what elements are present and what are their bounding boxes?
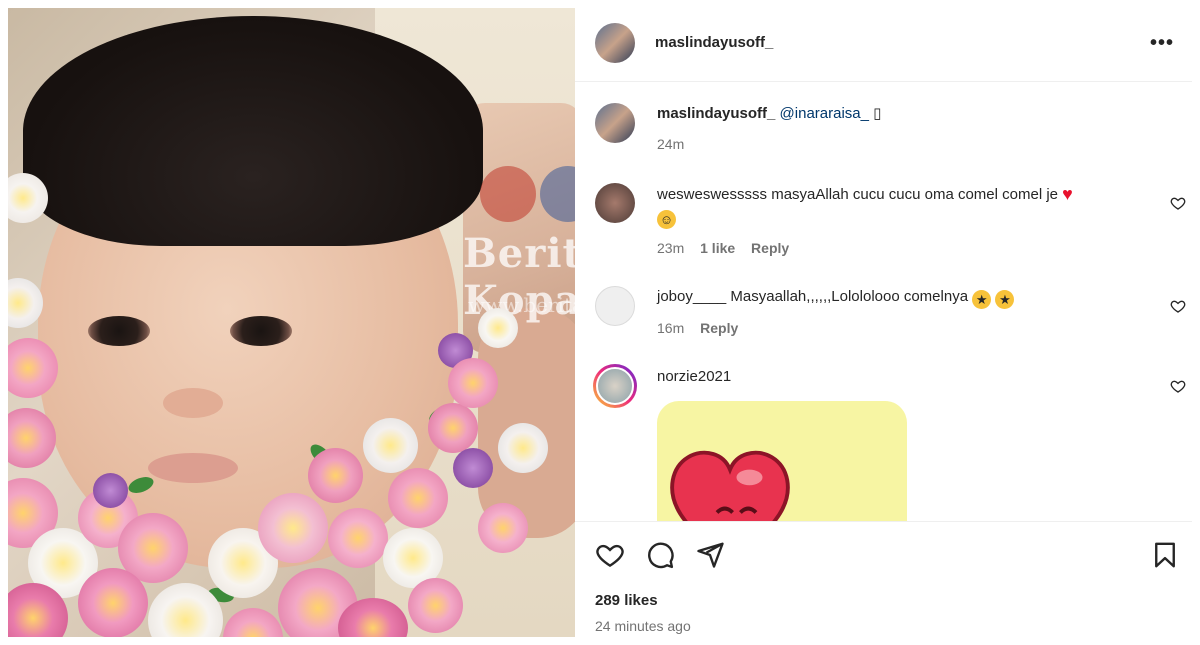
like-comment-heart-icon[interactable] [1170,378,1186,394]
caption-trailing-glyph: ▯ [873,105,882,122]
comment-icon[interactable] [645,540,675,570]
comment-text: masyaAllah cucu cucu oma comel comel je [771,186,1058,203]
red-heart-emoji-icon: ♥ [1062,184,1073,204]
more-options-icon[interactable]: ••• [1150,32,1174,55]
comments-list[interactable]: maslindayusoff_ @inararaisa_ ▯ 24m weswe… [575,83,1192,521]
star-struck-emoji-icon: ★ [972,290,992,309]
post-header: maslindayusoff_ ••• [575,0,1192,82]
baby-eye-left [88,316,150,346]
author-username[interactable]: maslindayusoff_ [655,34,773,51]
comment-time[interactable]: 16m [657,320,684,336]
post-photo[interactable]: Berita Kopak www.beritakopak [8,8,575,637]
caption-username[interactable]: maslindayusoff_ [657,105,775,122]
share-icon[interactable] [695,540,725,570]
hearts-smiley-emoji-icon: ☺ [657,210,676,229]
reply-button[interactable]: Reply [751,240,789,256]
post-timestamp[interactable]: 24 minutes ago [595,618,691,634]
watermark-logo-icon [480,166,536,222]
comment-time[interactable]: 23m [657,240,684,256]
star-struck-emoji-icon: ★ [995,290,1015,309]
gif-sticker[interactable] [657,401,907,521]
caption-mention[interactable]: @inararaisa_ [780,105,869,122]
like-comment-heart-icon[interactable] [1170,298,1186,314]
comment-username[interactable]: joboy____ [657,288,726,305]
comment-avatar[interactable] [595,286,635,326]
caption-time[interactable]: 24m [657,136,684,152]
story-ring-avatar[interactable] [593,364,637,408]
post-actions: 289 likes 24 minutes ago [575,521,1192,645]
caption-avatar[interactable] [595,103,635,143]
baby-nose [163,388,223,418]
comment-like-count[interactable]: 1 like [700,240,735,256]
like-comment-heart-icon[interactable] [1170,195,1186,211]
bookmark-icon[interactable] [1150,540,1180,570]
baby-mouth [148,453,238,483]
reply-button[interactable]: Reply [700,320,738,336]
author-avatar[interactable] [595,23,635,63]
comment-username[interactable]: wesweswesssss [657,186,767,203]
comment-username[interactable]: norzie2021 [657,368,731,385]
baby-eye-right [230,316,292,346]
heart-sticker-icon [670,450,790,521]
like-count[interactable]: 289 likes [595,592,658,609]
post-detail-panel: maslindayusoff_ ••• maslindayusoff_ @ina… [575,0,1192,645]
heart-icon[interactable] [595,540,625,570]
baby-hair [23,16,483,246]
comment-avatar[interactable] [595,183,635,223]
comment-text: Masyaallah,,,,,,Lolololooo comelnya [730,288,969,305]
